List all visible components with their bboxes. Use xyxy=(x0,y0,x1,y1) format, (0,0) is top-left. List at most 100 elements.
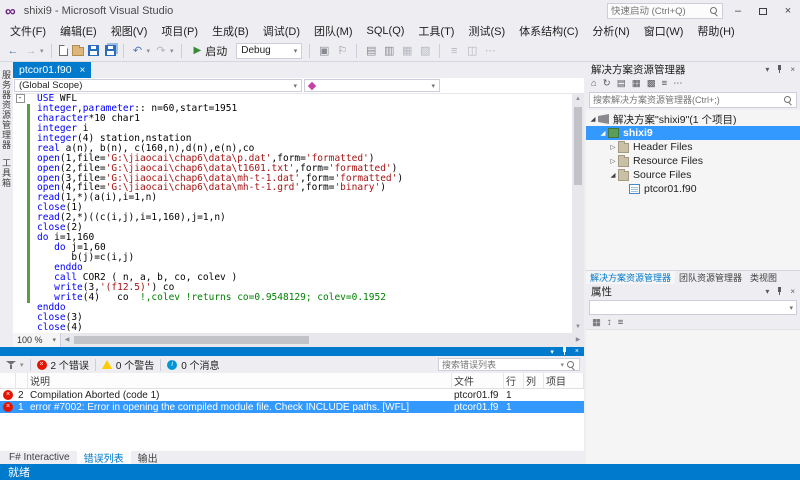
scope-dropdown[interactable]: (Global Scope) ▾ xyxy=(14,79,302,92)
header-file[interactable]: 文件 xyxy=(452,373,504,388)
menu-item-文件(F)[interactable]: 文件(F) xyxy=(3,22,53,40)
tree-item-Resource Files[interactable]: ▷Resource Files xyxy=(586,154,800,168)
start-debug-button[interactable]: ▶ 启动 xyxy=(189,43,233,59)
tree-item-Header Files[interactable]: ▷Header Files xyxy=(586,140,800,154)
expander-icon[interactable]: ▷ xyxy=(608,157,618,165)
code-line[interactable]: close(4) xyxy=(13,323,572,333)
member-dropdown[interactable]: ▾ xyxy=(304,79,440,92)
more-options-icon[interactable]: ⋯ xyxy=(483,44,497,57)
close-icon[interactable]: × xyxy=(790,287,795,296)
close-icon[interactable]: × xyxy=(790,65,795,74)
pin-icon[interactable] xyxy=(561,347,568,356)
side-tab-工具箱[interactable]: 工具箱 xyxy=(0,158,13,188)
scrollbar-thumb[interactable] xyxy=(574,107,582,185)
refresh-icon[interactable]: ↻ xyxy=(603,79,611,89)
zoom-dropdown[interactable]: 100 % ▾ xyxy=(13,333,61,347)
close-icon[interactable]: × xyxy=(575,348,579,355)
find-icon[interactable]: ▤ xyxy=(364,44,378,57)
error-list-search-box[interactable]: ▾ xyxy=(438,358,580,371)
document-tab[interactable]: ptcor01.f90 × xyxy=(13,62,91,78)
scroll-left-icon[interactable]: ◀ xyxy=(61,333,73,347)
menu-item-体系结构(C)[interactable]: 体系结构(C) xyxy=(512,22,585,40)
side-tab-服务器资源管理器[interactable]: 服务器资源管理器 xyxy=(0,70,13,150)
tree-item-解决方案"shixi9"(1 个项目)[interactable]: ◢解决方案"shixi9"(1 个项目) xyxy=(586,112,800,126)
chevron-down-icon[interactable]: ▾ xyxy=(765,287,769,296)
properties-title-bar[interactable]: 属性 ▾ × xyxy=(586,284,800,299)
header-project[interactable]: 项目 xyxy=(544,373,584,388)
header-line[interactable]: 行 xyxy=(504,373,524,388)
tab-类视图[interactable]: 类视图 xyxy=(746,271,781,284)
tree-item-shixi9[interactable]: ◢shixi9 xyxy=(586,126,800,140)
more-options-icon[interactable]: ⋯ xyxy=(673,79,683,89)
home-icon[interactable]: ⌂ xyxy=(591,79,597,89)
show-all-files-icon[interactable]: ▩ xyxy=(647,79,656,89)
collapse-all-icon[interactable]: ▤ xyxy=(617,79,626,89)
editor-vertical-scrollbar[interactable]: ▲ ▼ xyxy=(572,94,584,333)
code-line[interactable]: close(2) xyxy=(13,223,572,233)
comment-icon[interactable]: ▦ xyxy=(400,44,414,57)
bookmark-icon[interactable]: ≡ xyxy=(447,45,461,57)
menu-item-SQL(Q)[interactable]: SQL(Q) xyxy=(360,22,412,40)
menu-item-帮助(H)[interactable]: 帮助(H) xyxy=(690,22,741,40)
menu-item-视图(V)[interactable]: 视图(V) xyxy=(104,22,155,40)
tree-item-Source Files[interactable]: ◢Source Files xyxy=(586,168,800,182)
menu-item-编辑(E)[interactable]: 编辑(E) xyxy=(53,22,104,40)
undo-dropdown-icon[interactable]: ▾ xyxy=(147,47,151,55)
code-area[interactable]: -USE WFLinteger,parameter:: n=60,start=1… xyxy=(13,94,572,333)
solution-explorer-title-bar[interactable]: 解决方案资源管理器 ▾ × xyxy=(586,62,800,77)
close-button[interactable]: × xyxy=(778,2,798,20)
header-column[interactable]: 列 xyxy=(524,373,544,388)
code-line[interactable]: enddo xyxy=(13,303,572,313)
messages-filter-button[interactable]: i 0 个消息 xyxy=(167,357,219,372)
menu-item-项目(P)[interactable]: 项目(P) xyxy=(154,22,205,40)
menu-item-团队(M)[interactable]: 团队(M) xyxy=(307,22,360,40)
tab-团队资源管理器[interactable]: 团队资源管理器 xyxy=(675,271,746,284)
tab-错误列表[interactable]: 错误列表 xyxy=(77,451,131,464)
solution-explorer-search-box[interactable] xyxy=(589,92,797,108)
properties-object-dropdown[interactable]: ▾ xyxy=(589,300,797,315)
tab-close-icon[interactable]: × xyxy=(80,65,86,76)
navigation-dropdown-icon[interactable]: ▾ xyxy=(40,47,44,55)
tab-输出[interactable]: 输出 xyxy=(131,451,165,464)
header-description[interactable]: 说明 xyxy=(28,373,452,388)
view-code-icon[interactable]: ≡ xyxy=(662,79,668,89)
error-row[interactable]: ×2Compilation Aborted (code 1)ptcor01.f9… xyxy=(0,389,584,401)
minimize-button[interactable]: – xyxy=(728,2,748,20)
expander-icon[interactable]: ◢ xyxy=(588,115,598,123)
menu-item-生成(B)[interactable]: 生成(B) xyxy=(205,22,256,40)
outline-icon[interactable]: ◫ xyxy=(465,44,479,57)
menu-item-调试(D)[interactable]: 调试(D) xyxy=(256,22,307,40)
redo-dropdown-icon[interactable]: ▾ xyxy=(170,47,174,55)
properties-icon[interactable]: ▦ xyxy=(632,79,641,89)
expander-icon[interactable]: ▷ xyxy=(608,143,618,151)
error-list-title-bar[interactable]: ▾ × xyxy=(0,347,584,356)
scroll-right-icon[interactable]: ▶ xyxy=(572,333,584,347)
save-icon[interactable] xyxy=(88,45,99,56)
error-row[interactable]: ×1error #7002: Error in opening the comp… xyxy=(0,401,584,413)
code-line[interactable]: close(3) xyxy=(13,313,572,323)
editor-horizontal-scrollbar[interactable]: ◀ ▶ xyxy=(61,333,584,347)
property-pages-icon[interactable]: ≡ xyxy=(618,318,624,328)
scrollbar-thumb[interactable] xyxy=(74,336,309,344)
expander-icon[interactable]: ◢ xyxy=(608,171,618,179)
chevron-down-icon[interactable]: ▾ xyxy=(550,348,554,356)
expander-icon[interactable]: ◢ xyxy=(598,129,608,137)
code-line[interactable]: read(1,*)(a(i),i=1,n) xyxy=(13,193,572,203)
fold-collapse-icon[interactable]: - xyxy=(16,94,25,103)
tab-F# Interactive[interactable]: F# Interactive xyxy=(2,451,77,464)
code-line[interactable]: write(4) co !,colev !returns co=0.954812… xyxy=(13,293,572,303)
menu-item-工具(T)[interactable]: 工具(T) xyxy=(411,22,461,40)
errors-filter-button[interactable]: × 2 个错误 xyxy=(37,357,89,372)
code-line[interactable]: b(j)=c(i,j) xyxy=(13,253,572,263)
new-file-icon[interactable] xyxy=(59,45,68,56)
open-file-icon[interactable] xyxy=(72,47,84,56)
filter-icon[interactable] xyxy=(6,360,16,370)
pin-icon[interactable] xyxy=(776,287,783,296)
maximize-button[interactable] xyxy=(753,2,773,20)
quick-launch-input[interactable] xyxy=(611,6,709,17)
redo-icon[interactable]: ↷ xyxy=(154,44,168,57)
pin-icon[interactable] xyxy=(776,65,783,74)
undo-icon[interactable]: ↶ xyxy=(131,44,145,57)
scroll-up-icon[interactable]: ▲ xyxy=(572,94,584,105)
find-in-files-icon[interactable]: ▥ xyxy=(382,44,396,57)
